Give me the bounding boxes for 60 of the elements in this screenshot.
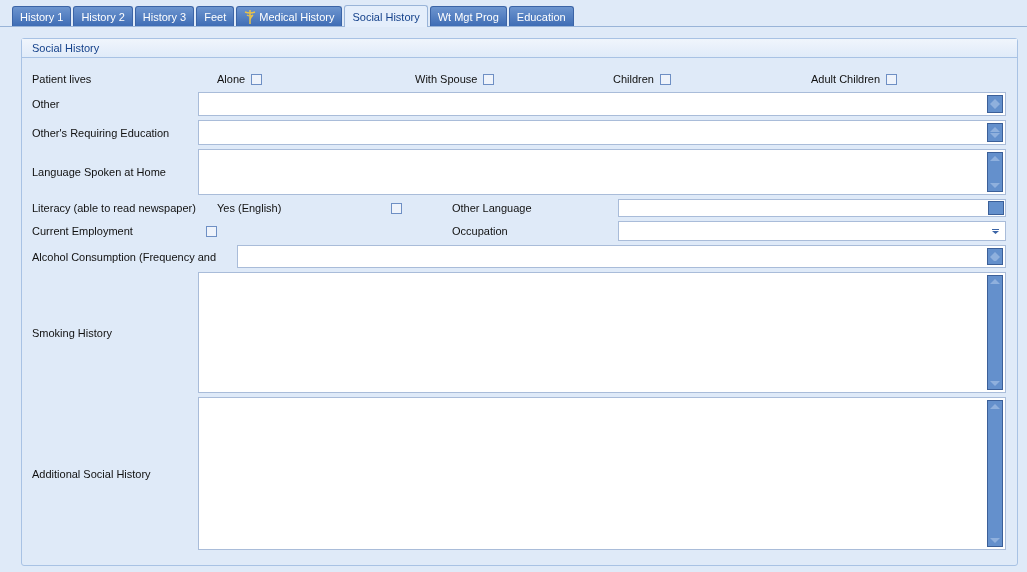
text-field[interactable] <box>198 120 1006 145</box>
scroll-up-icon[interactable] <box>990 127 1000 132</box>
field-label: Other Language <box>452 202 533 214</box>
scrollbar[interactable] <box>987 400 1003 547</box>
text-area[interactable] <box>198 272 1006 393</box>
tab[interactable]: History 1 <box>12 6 72 26</box>
scrollbar[interactable] <box>987 248 1003 265</box>
dropdown[interactable] <box>618 221 1006 241</box>
scroll-up-icon[interactable] <box>990 279 1000 284</box>
scroll-down-icon[interactable] <box>990 133 1000 138</box>
checkbox[interactable] <box>251 73 263 85</box>
scrollbar[interactable] <box>987 95 1003 113</box>
checkbox[interactable] <box>659 73 671 85</box>
option-label: Children <box>613 73 654 85</box>
option-label: Alone <box>217 73 246 85</box>
text-field[interactable] <box>237 245 1006 268</box>
field-label: Alcohol Consumption (Frequency and <box>32 250 218 263</box>
checkbox[interactable] <box>206 225 217 237</box>
tab[interactable]: History 3 <box>134 6 195 26</box>
scroll-up-icon[interactable] <box>990 404 1000 409</box>
tab[interactable]: History 2 <box>73 6 133 26</box>
tab[interactable]: Medical History <box>236 6 343 26</box>
scroll-down-icon[interactable] <box>990 183 1000 188</box>
tab[interactable]: Wt Mgt Prog <box>429 6 507 26</box>
dropdown-arrow-icon <box>992 228 999 234</box>
group-title: Social History <box>22 39 1017 58</box>
scroll-up-icon[interactable] <box>990 99 1000 104</box>
text-area[interactable] <box>198 397 1006 550</box>
scroll-up-icon[interactable] <box>990 156 1000 161</box>
spin-button[interactable] <box>988 201 1004 215</box>
tab[interactable]: Feet <box>196 6 235 26</box>
scroll-down-icon[interactable] <box>990 256 1000 261</box>
field-label: Additional Social History <box>32 467 152 480</box>
option-label: Yes (English) <box>217 202 283 214</box>
text-area[interactable] <box>198 149 1006 195</box>
tab[interactable]: Social History <box>344 5 428 27</box>
field-label: Occupation <box>452 225 509 237</box>
field-label: Patient lives <box>32 73 93 85</box>
field-label: Literacy (able to read newspaper) <box>32 202 197 214</box>
scroll-down-icon[interactable] <box>990 538 1000 543</box>
scrollbar[interactable] <box>987 123 1003 142</box>
text-field[interactable] <box>618 199 1006 217</box>
option-label: Adult Children <box>811 73 881 85</box>
checkbox[interactable] <box>391 202 402 214</box>
scroll-down-icon[interactable] <box>990 381 1000 386</box>
field-label: Smoking History <box>32 326 114 339</box>
tab[interactable]: Education <box>508 6 574 26</box>
option-label: With Spouse <box>415 73 478 85</box>
field-label: Other's Requiring Education <box>32 126 171 139</box>
caduceus-icon <box>244 9 257 24</box>
field-label: Other <box>32 98 61 110</box>
checkbox[interactable] <box>886 73 898 85</box>
scrollbar[interactable] <box>987 275 1003 390</box>
text-field[interactable] <box>198 92 1006 116</box>
checkbox[interactable] <box>483 73 495 85</box>
field-label: Current Employment <box>32 225 134 237</box>
field-label: Language Spoken at Home <box>32 166 167 178</box>
scrollbar[interactable] <box>987 152 1003 192</box>
scroll-up-icon[interactable] <box>990 252 1000 257</box>
scroll-down-icon[interactable] <box>990 104 1000 109</box>
